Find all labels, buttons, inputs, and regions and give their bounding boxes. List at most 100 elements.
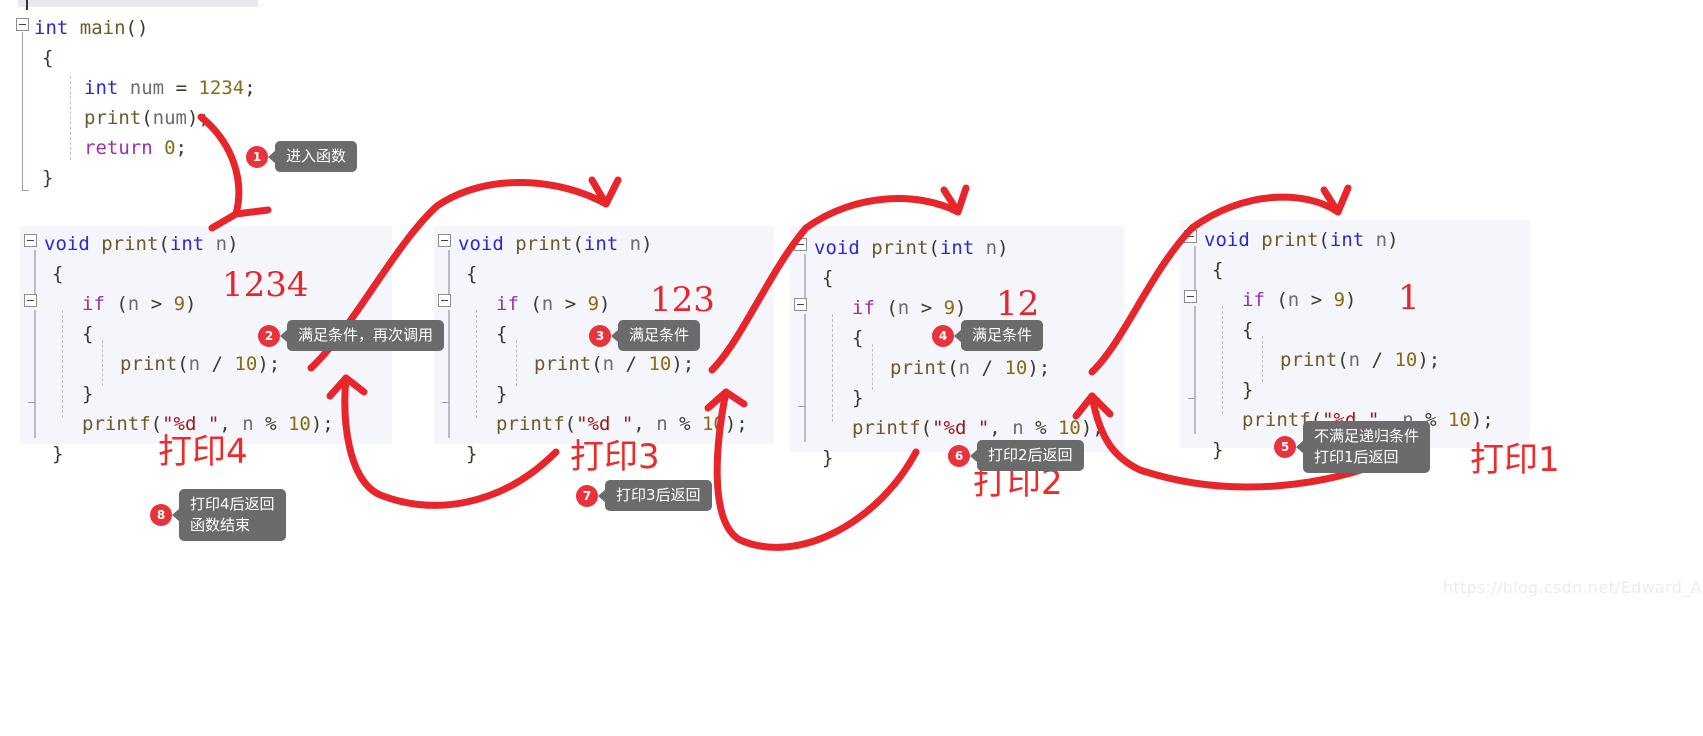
token-brace: { — [1242, 319, 1254, 341]
token-variable: n — [629, 233, 642, 255]
code-line: { — [1242, 315, 1253, 345]
fold-icon[interactable] — [438, 234, 451, 247]
code-line: void print(int n) — [1204, 225, 1399, 255]
indent-guide — [1222, 306, 1223, 414]
token-args: (n / 10); — [947, 357, 1051, 379]
watermark: https://blog.csdn.net/Edward_Asia — [1443, 578, 1703, 597]
token-brace: { — [466, 263, 478, 285]
token-function: print — [84, 107, 142, 129]
callout-6[interactable]: 6 打印2后返回 — [948, 440, 1084, 471]
editor-scroll-stub — [18, 0, 258, 7]
annotation-print-label-2: 打印3 — [570, 437, 660, 477]
callout-text: 不满足递归条件 打印1后返回 — [1295, 421, 1431, 473]
callout-2[interactable]: 2 满足条件，再次调用 — [258, 320, 445, 351]
fold-icon[interactable] — [24, 294, 37, 307]
token-keyword: int — [1329, 229, 1365, 251]
code-line: printf("%d ", n % 10); — [852, 413, 1104, 443]
code-line: { — [52, 259, 63, 289]
code-line: { — [82, 319, 93, 349]
token-brace: { — [1212, 259, 1224, 281]
token-parens: ( — [572, 233, 584, 255]
code-line: print(n / 10); — [120, 349, 280, 379]
code-line: void print(int n) — [44, 229, 239, 259]
annotation-print-label-4: 打印1 — [1470, 440, 1560, 480]
fold-icon[interactable] — [1184, 230, 1197, 243]
fold-icon[interactable] — [1184, 290, 1197, 303]
code-line: print(num); — [84, 103, 210, 133]
code-line: if (n > 9) — [496, 289, 610, 319]
token-args: ("%d ", n % 10); — [920, 417, 1104, 439]
code-line: } — [1242, 375, 1253, 405]
callout-8[interactable]: 8 打印4后返回 函数结束 — [150, 489, 286, 541]
token-function: print — [1261, 229, 1319, 251]
code-line: { — [822, 263, 833, 293]
token-brace: } — [52, 443, 64, 465]
indent-guide-main — [70, 76, 71, 160]
fold-icon[interactable] — [794, 298, 807, 311]
scope-tick — [442, 402, 449, 403]
token-keyword: void — [458, 233, 504, 255]
token-condition: (n > 9) — [886, 297, 967, 319]
annotation-arg-value-2: 123 — [650, 280, 715, 320]
token-args: ("%d ", n % 10); — [564, 413, 748, 435]
scope-rail — [448, 310, 450, 438]
code-line: { — [496, 319, 507, 349]
token-variable: n — [1375, 229, 1388, 251]
callout-badge: 1 — [246, 145, 268, 168]
callout-1[interactable]: 1 进入函数 — [246, 141, 358, 172]
code-block-print-4: void print(int n) { if (n > 9) { print(n… — [1180, 220, 1530, 461]
callout-7[interactable]: 7 打印3后返回 — [576, 480, 712, 511]
callout-3[interactable]: 3 满足条件 — [589, 320, 701, 351]
indent-guide — [872, 344, 873, 390]
token-keyword: if — [852, 297, 875, 319]
token-keyword: int — [34, 17, 69, 39]
callout-badge: 4 — [932, 324, 954, 347]
token-variable: num — [129, 77, 165, 99]
code-line: print(n / 10); — [890, 353, 1050, 383]
callout-5[interactable]: 5 不满足递归条件 打印1后返回 — [1274, 421, 1431, 473]
code-line: if (n > 9) — [852, 293, 966, 323]
fold-icon[interactable] — [438, 294, 451, 307]
token-parens: ) — [1387, 229, 1399, 251]
code-line: void print(int n) — [458, 229, 653, 259]
token-keyword: void — [44, 233, 90, 255]
fold-icon[interactable] — [24, 234, 37, 247]
fold-icon-main[interactable] — [16, 18, 29, 31]
token-keyword: void — [1204, 229, 1250, 251]
token-brace: } — [466, 443, 478, 465]
scope-rail-main — [22, 32, 23, 190]
callout-text: 打印2后返回 — [970, 440, 1084, 471]
code-line: print(n / 10); — [1280, 345, 1440, 375]
token-brace: } — [1242, 379, 1254, 401]
scope-rail — [804, 314, 806, 442]
annotation-print-label-1: 打印4 — [158, 432, 248, 472]
code-line: return 0; — [84, 133, 187, 163]
scope-rail — [1194, 306, 1196, 434]
token-brace: } — [42, 167, 54, 189]
indent-guide — [516, 340, 517, 386]
token-args: (n / 10); — [177, 353, 281, 375]
fold-icon[interactable] — [794, 238, 807, 251]
token-brace: { — [822, 267, 834, 289]
token-brace: { — [496, 323, 508, 345]
annotation-arg-value-1: 1234 — [222, 265, 309, 305]
code-line: { — [42, 43, 53, 73]
scope-tick — [28, 402, 35, 403]
callout-4[interactable]: 4 满足条件 — [932, 320, 1044, 351]
code-line: } — [82, 379, 93, 409]
token-function: print — [1280, 349, 1338, 371]
token-condition: (n > 9) — [116, 293, 197, 315]
scope-tick — [798, 406, 805, 407]
code-line: int num = 1234; — [84, 73, 256, 103]
token-args: (n / 10); — [591, 353, 695, 375]
token-keyword: if — [1242, 289, 1265, 311]
token-keyword: int — [84, 77, 119, 99]
code-line: print(n / 10); — [534, 349, 694, 379]
token-function: printf — [852, 417, 921, 439]
token-parens: ( — [1318, 229, 1330, 251]
indent-guide — [476, 310, 477, 418]
callout-text: 满足条件 — [953, 320, 1044, 351]
token-brace: } — [852, 387, 864, 409]
scope-tick — [1188, 398, 1195, 399]
code-line: { — [852, 323, 863, 353]
